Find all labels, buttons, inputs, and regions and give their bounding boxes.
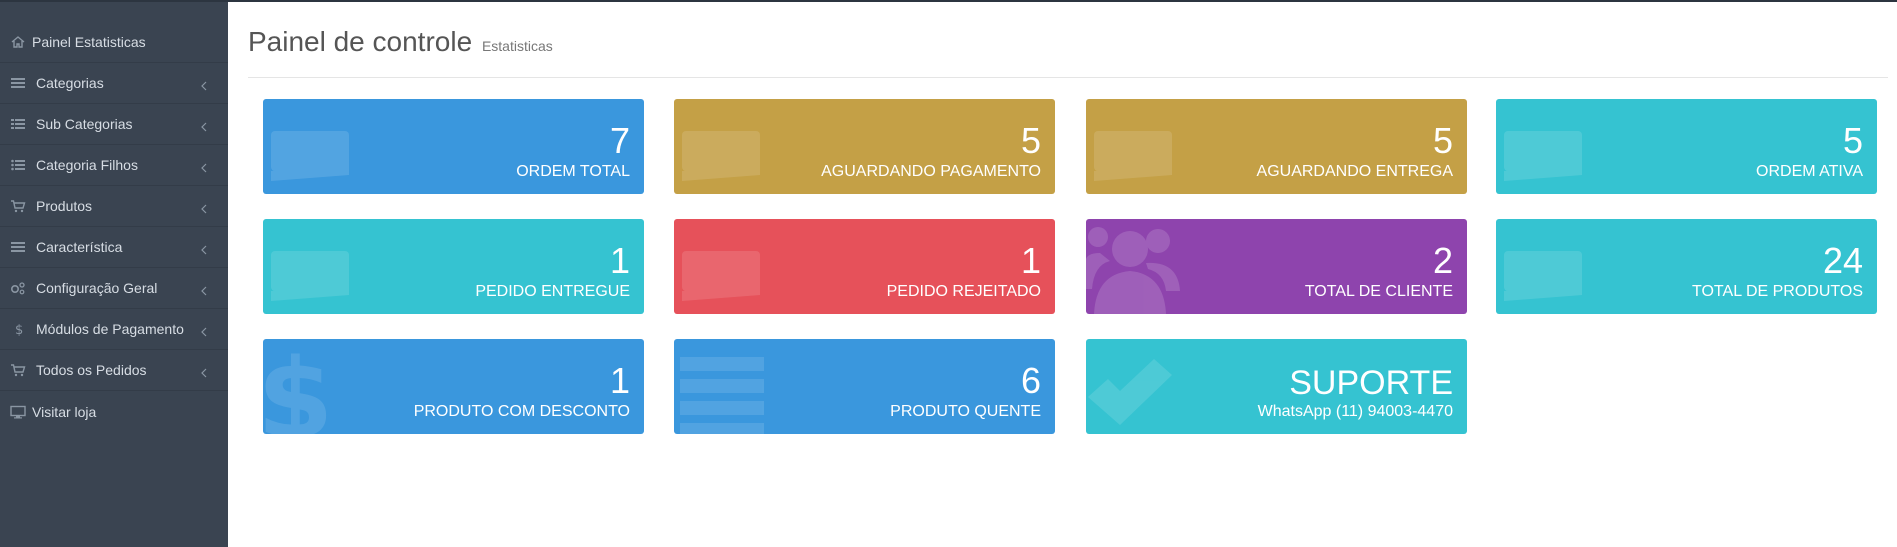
- stat-card-total-de-cliente[interactable]: 2 TOTAL DE CLIENTE: [1086, 219, 1467, 314]
- list-icon: [10, 117, 26, 131]
- sidebar-item-categorias[interactable]: Categorias: [0, 63, 228, 104]
- check-icon: [1086, 339, 1206, 434]
- stat-label: ORDEM TOTAL: [516, 163, 630, 180]
- sidebar-item-label: Todos os Pedidos: [36, 362, 147, 378]
- ticket-icon: [1086, 99, 1206, 194]
- stat-value: 5: [1020, 120, 1041, 161]
- cart-icon: [10, 363, 26, 377]
- sidebar-item-produtos[interactable]: Produtos: [0, 186, 228, 227]
- stat-card-pedido-entregue[interactable]: 1 PEDIDO ENTREGUE: [263, 219, 644, 314]
- sidebar-item-label: Categorias: [36, 75, 104, 91]
- ticket-icon: [674, 219, 794, 314]
- sidebar-item-caracteristica[interactable]: Característica: [0, 227, 228, 268]
- main-content: Painel de controle Estatisticas 7 ORDEM …: [228, 2, 1897, 547]
- stat-value: 7: [609, 120, 630, 161]
- stat-label: AGUARDANDO ENTREGA: [1256, 163, 1453, 180]
- stat-label: TOTAL DE CLIENTE: [1304, 283, 1453, 300]
- sidebar-item-label: Visitar loja: [32, 403, 97, 420]
- home-icon: [10, 35, 26, 49]
- cogs-icon: [10, 281, 26, 295]
- stat-card-ordem-total[interactable]: 7 ORDEM TOTAL: [263, 99, 644, 194]
- sidebar-item-label: Painel Estatisticas: [32, 34, 146, 50]
- sidebar-item-label: Categoria Filhos: [36, 157, 138, 173]
- stat-card-aguardando-pagamento[interactable]: 5 AGUARDANDO PAGAMENTO: [674, 99, 1055, 194]
- stat-value: 1: [1020, 240, 1041, 281]
- chevron-left-icon: [200, 119, 208, 132]
- title-divider: [248, 77, 1888, 78]
- chevron-left-icon: [200, 283, 208, 296]
- chevron-left-icon: [200, 365, 208, 378]
- dollar-icon: $: [10, 322, 26, 336]
- chevron-left-icon: [200, 201, 208, 214]
- sidebar-item-label: Produtos: [36, 198, 93, 214]
- chevron-left-icon: [200, 324, 208, 337]
- bars-icon: [10, 240, 26, 254]
- list-ul-icon: [10, 158, 26, 172]
- ticket-icon: [1496, 99, 1616, 194]
- ticket-icon: [263, 219, 383, 314]
- stat-label: PEDIDO ENTREGUE: [475, 283, 630, 300]
- sidebar-item-modulos-de-pagamento[interactable]: $ Módulos de Pagamento: [0, 309, 228, 350]
- sidebar: Painel Estatisticas Categorias Sub Categ…: [0, 2, 228, 547]
- sidebar-item-label: Característica: [36, 239, 123, 255]
- page-title: Painel de controle Estatisticas: [248, 26, 553, 58]
- support-card[interactable]: SUPORTE WhatsApp (11) 94003-4470: [1086, 339, 1467, 434]
- stat-value: 1: [609, 360, 630, 401]
- stat-label: AGUARDANDO PAGAMENTO: [821, 163, 1041, 180]
- ticket-icon: [263, 99, 383, 194]
- stat-value: 1: [609, 240, 630, 281]
- support-title: SUPORTE: [1289, 364, 1453, 402]
- svg-text:$: $: [15, 323, 23, 336]
- ticket-icon: [674, 99, 794, 194]
- chevron-left-icon: [200, 242, 208, 255]
- sidebar-item-label: Sub Categorias: [36, 116, 133, 132]
- stat-card-total-de-produtos[interactable]: 24 TOTAL DE PRODUTOS: [1496, 219, 1877, 314]
- chevron-left-icon: [200, 78, 208, 91]
- ticket-icon: [1496, 219, 1616, 314]
- stat-card-pedido-rejeitado[interactable]: 1 PEDIDO REJEITADO: [674, 219, 1055, 314]
- stat-value: 2: [1432, 240, 1453, 281]
- sidebar-item-sub-categorias[interactable]: Sub Categorias: [0, 104, 228, 145]
- sidebar-item-label: Configuração Geral: [36, 280, 158, 296]
- cart-icon: [10, 199, 26, 213]
- sidebar-item-painel-estatisticas[interactable]: Painel Estatisticas: [0, 22, 228, 63]
- stat-card-ordem-ativa[interactable]: 5 ORDEM ATIVA: [1496, 99, 1877, 194]
- support-whatsapp: WhatsApp (11) 94003-4470: [1257, 403, 1453, 420]
- stat-label: PRODUTO QUENTE: [890, 403, 1041, 420]
- stat-card-produto-quente[interactable]: 6 PRODUTO QUENTE: [674, 339, 1055, 434]
- bars-icon: [10, 76, 26, 90]
- sidebar-item-visitar-loja[interactable]: Visitar loja: [0, 391, 228, 432]
- page-subtitle: Estatisticas: [481, 38, 553, 54]
- desktop-icon: [10, 405, 26, 419]
- stat-value: 6: [1020, 360, 1041, 401]
- stat-label: ORDEM ATIVA: [1756, 163, 1863, 180]
- stat-label: PRODUTO COM DESCONTO: [413, 403, 630, 420]
- page-title-text: Painel de controle: [248, 26, 473, 57]
- chevron-left-icon: [200, 160, 208, 173]
- sidebar-item-categoria-filhos[interactable]: Categoria Filhos: [0, 145, 228, 186]
- sidebar-item-label: Módulos de Pagamento: [36, 321, 184, 337]
- stat-card-aguardando-entrega[interactable]: 5 AGUARDANDO ENTREGA: [1086, 99, 1467, 194]
- stat-value: 5: [1432, 120, 1453, 161]
- stat-label: PEDIDO REJEITADO: [886, 283, 1041, 300]
- stat-value: 24: [1822, 240, 1863, 281]
- stat-label: TOTAL DE PRODUTOS: [1692, 283, 1863, 300]
- dollar-icon: $: [263, 339, 383, 434]
- stat-value: 5: [1842, 120, 1863, 161]
- sidebar-item-configuracao-geral[interactable]: Configuração Geral: [0, 268, 228, 309]
- list-icon: [674, 339, 794, 434]
- svg-text:$: $: [263, 339, 334, 434]
- sidebar-item-todos-os-pedidos[interactable]: Todos os Pedidos: [0, 350, 228, 391]
- users-icon: [1086, 219, 1206, 314]
- stat-card-produto-com-desconto[interactable]: $ 1 PRODUTO COM DESCONTO: [263, 339, 644, 434]
